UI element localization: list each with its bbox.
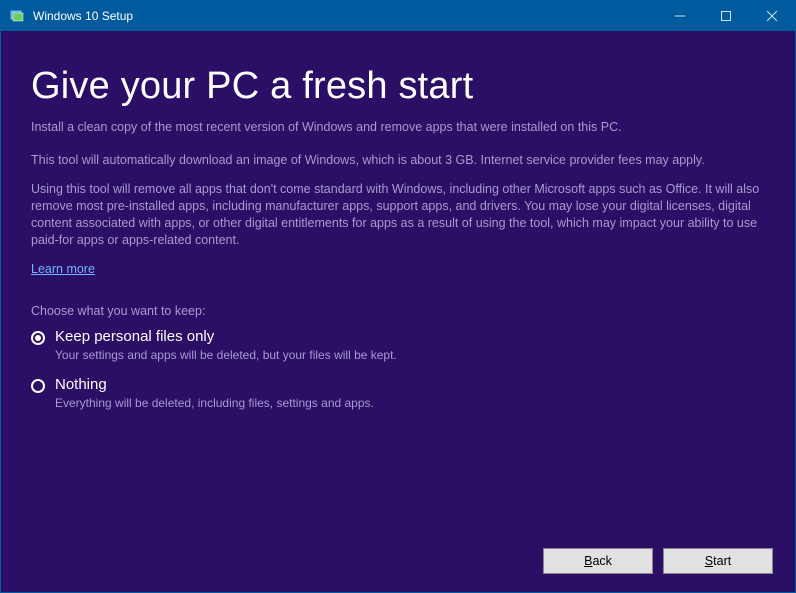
lead-text: Install a clean copy of the most recent …: [31, 120, 765, 134]
back-button[interactable]: Back: [543, 548, 653, 574]
radio-nothing[interactable]: [31, 379, 45, 393]
choose-label: Choose what you want to keep:: [31, 304, 765, 318]
close-button[interactable]: [749, 1, 795, 31]
setup-window: Windows 10 Setup Give your PC a fresh st…: [0, 0, 796, 593]
radio-keep-files[interactable]: [31, 331, 45, 345]
app-icon: [9, 8, 25, 24]
footer: Back Start: [1, 530, 795, 592]
content-area: Give your PC a fresh start Install a cle…: [1, 31, 795, 530]
option-keep-files-label: Keep personal files only: [55, 328, 397, 345]
paragraph-download: This tool will automatically download an…: [31, 152, 765, 169]
start-button[interactable]: Start: [663, 548, 773, 574]
learn-more-link[interactable]: Learn more: [31, 262, 95, 276]
option-keep-files[interactable]: Keep personal files only Your settings a…: [31, 328, 765, 362]
maximize-button[interactable]: [703, 1, 749, 31]
option-keep-files-desc: Your settings and apps will be deleted, …: [55, 348, 397, 362]
titlebar: Windows 10 Setup: [1, 1, 795, 31]
window-title: Windows 10 Setup: [33, 9, 133, 23]
option-nothing-label: Nothing: [55, 376, 374, 393]
option-nothing-desc: Everything will be deleted, including fi…: [55, 396, 374, 410]
minimize-button[interactable]: [657, 1, 703, 31]
option-nothing[interactable]: Nothing Everything will be deleted, incl…: [31, 376, 765, 410]
paragraph-warning: Using this tool will remove all apps tha…: [31, 181, 765, 249]
page-title: Give your PC a fresh start: [31, 65, 765, 108]
